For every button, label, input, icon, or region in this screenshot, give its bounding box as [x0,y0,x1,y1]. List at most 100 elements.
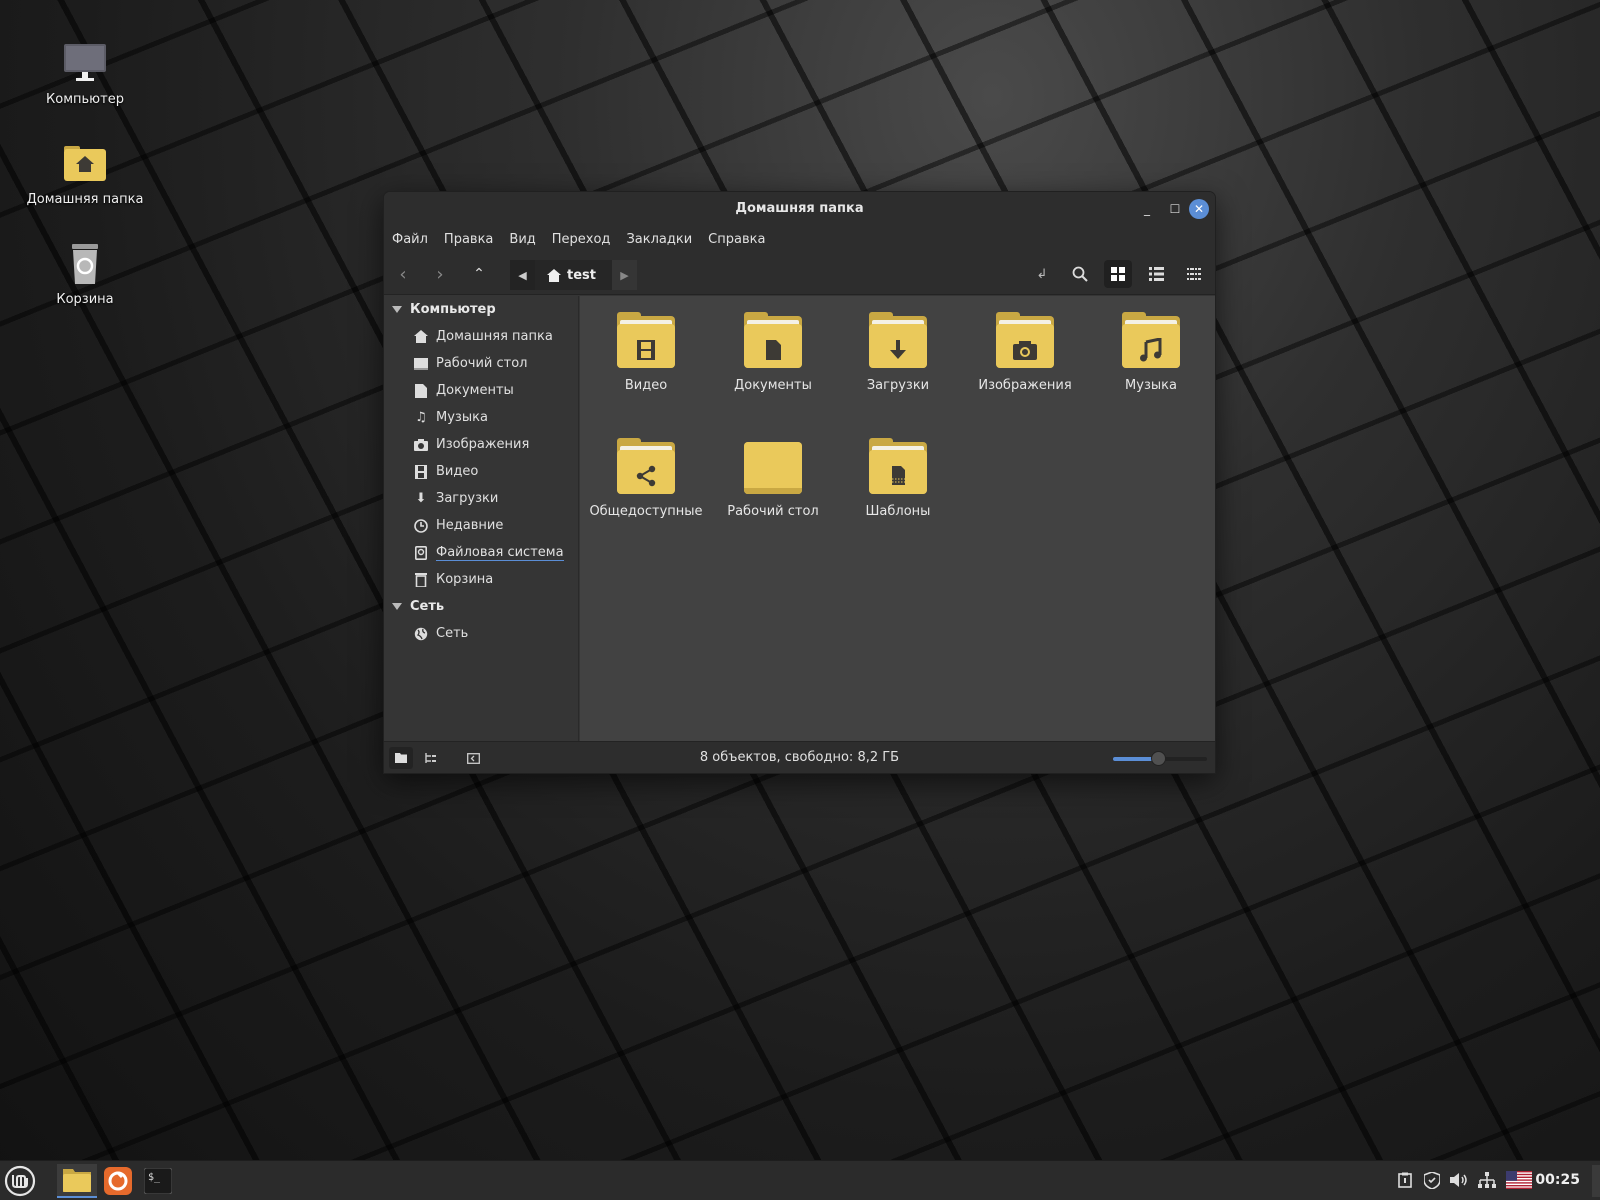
taskbar-file-manager[interactable] [57,1164,97,1198]
location-entry-icon: ↲ [1036,266,1048,282]
desktop-icon-home[interactable]: Домашняя папка [20,140,150,207]
sidebar-item-recent[interactable]: Недавние [384,512,578,539]
camera-icon [996,312,1054,368]
forward-button[interactable]: › [426,260,454,288]
menu-view[interactable]: Вид [509,232,535,247]
path-left-button[interactable]: ◀ [510,260,535,290]
menu-bookmarks[interactable]: Закладки [626,232,692,247]
path-bar: ◀ test ▶ [510,260,637,290]
triangle-right-icon: ▶ [620,268,629,282]
zoom-slider[interactable] [1113,751,1207,766]
menu-go[interactable]: Переход [552,232,611,247]
triangle-left-icon: ◀ [518,268,527,282]
path-crumb-home[interactable]: test [535,260,612,290]
svg-text:$_: $_ [148,1172,161,1183]
show-desktop-button[interactable] [1592,1165,1600,1197]
search-button[interactable] [1066,260,1094,288]
desktop-icon-computer[interactable]: Компьютер [20,40,150,107]
template-icon [869,438,927,494]
desktop-icon-label: Домашняя папка [26,192,144,207]
camera-icon [413,437,429,453]
maximize-button[interactable]: ☐ [1165,199,1185,219]
trash-icon [61,240,109,288]
taskbar-firefox[interactable] [100,1164,136,1198]
folder-item[interactable]: Изображения [960,312,1090,393]
menu-file[interactable]: Файл [392,232,428,247]
shield-icon[interactable] [1423,1171,1441,1193]
file-view: Видео Документы Загрузки Изображения Муз… [580,296,1215,743]
up-button[interactable]: ⌃ [465,260,493,288]
folder-name: Рабочий стол [727,504,819,519]
menu-bar: Файл Правка Вид Переход Закладки Справка [384,225,1215,253]
compact-view-button[interactable] [1180,260,1208,288]
download-icon: ⬇ [415,491,427,506]
sidebar-item-home[interactable]: Домашняя папка [384,323,578,350]
list-view-button[interactable] [1142,260,1170,288]
menu-edit[interactable]: Правка [444,232,493,247]
document-icon [744,312,802,368]
chevron-right-icon: › [436,263,444,285]
folder-item[interactable]: Общедоступные [581,438,711,519]
desktop-icon-label: Компьютер [46,92,124,107]
clock[interactable]: 00:25 [1535,1172,1580,1188]
taskbar-terminal[interactable]: $_ [140,1164,176,1198]
list-icon [1148,267,1164,281]
desktop-icon [413,356,429,372]
folder-item[interactable]: Видео [581,312,711,393]
sidebar-item-documents[interactable]: Документы [384,377,578,404]
sidebar-item-label: Музыка [436,410,488,425]
folder-item[interactable]: Документы [708,312,838,393]
sidebar-item-downloads[interactable]: ⬇ Загрузки [384,485,578,512]
back-button[interactable]: ‹ [389,260,417,288]
file-manager-icon [63,1169,91,1192]
download-icon [869,312,927,368]
folder-name: Видео [624,378,668,393]
close-button[interactable]: ✕ [1189,199,1209,219]
status-text: 8 объектов, свободно: 8,2 ГБ [699,750,900,765]
film-icon [413,464,429,480]
sidebar-item-label: Домашняя папка [436,329,553,344]
sidebar-item-label: Видео [436,464,479,479]
sidebar-item-pictures[interactable]: Изображения [384,431,578,458]
sidebar-section-computer[interactable]: Компьютер [384,296,578,323]
sidebar: Компьютер Домашняя папка Рабочий стол До… [384,296,579,743]
folder-item[interactable]: Загрузки [833,312,963,393]
music-icon: ♫ [415,410,427,425]
minimize-button[interactable]: _ [1137,199,1157,219]
sidebar-item-filesystem[interactable]: Файловая система [384,539,578,566]
chevron-left-icon: ‹ [399,263,407,285]
clipboard-icon[interactable] [1398,1172,1412,1192]
us-flag-icon[interactable] [1506,1171,1532,1193]
terminal-icon: $_ [144,1168,172,1194]
network-icon[interactable] [1478,1172,1496,1193]
sidebar-item-label: Сеть [436,626,469,641]
folder-item[interactable]: Музыка [1086,312,1215,393]
sidebar-item-videos[interactable]: Видео [384,458,578,485]
home-folder-icon [61,140,109,188]
volume-icon[interactable] [1450,1172,1468,1192]
grid-icon [1111,267,1125,281]
folder-item[interactable]: Рабочий стол [708,442,838,519]
sidebar-item-music[interactable]: ♫ Музыка [384,404,578,431]
folder-item[interactable]: Шаблоны [833,438,963,519]
sidebar-item-trash[interactable]: Корзина [384,566,578,593]
music-icon [1122,312,1180,368]
desktop-icon-trash[interactable]: Корзина [20,240,150,307]
menu-button[interactable] [2,1164,38,1198]
menu-help[interactable]: Справка [708,232,765,247]
file-manager-window: Домашняя папка _ ☐ ✕ Файл Правка Вид Пер… [383,191,1216,774]
sidebar-item-label: Файловая система [436,544,564,561]
sidebar-section-network[interactable]: Сеть [384,593,578,620]
folder-name: Шаблоны [865,504,931,519]
path-right-button[interactable]: ▶ [611,260,637,290]
sidebar-item-label: Недавние [436,518,504,533]
folder-name: Общедоступные [589,504,703,519]
sidebar-item-label: Загрузки [436,491,499,506]
icon-view-button[interactable] [1104,260,1132,288]
title-bar[interactable]: Домашняя папка _ ☐ ✕ [384,192,1215,225]
folder-name: Документы [734,378,812,393]
trash-icon [413,572,429,588]
sidebar-item-network[interactable]: Сеть [384,620,578,647]
toggle-location-button[interactable]: ↲ [1028,260,1056,288]
sidebar-item-desktop[interactable]: Рабочий стол [384,350,578,377]
